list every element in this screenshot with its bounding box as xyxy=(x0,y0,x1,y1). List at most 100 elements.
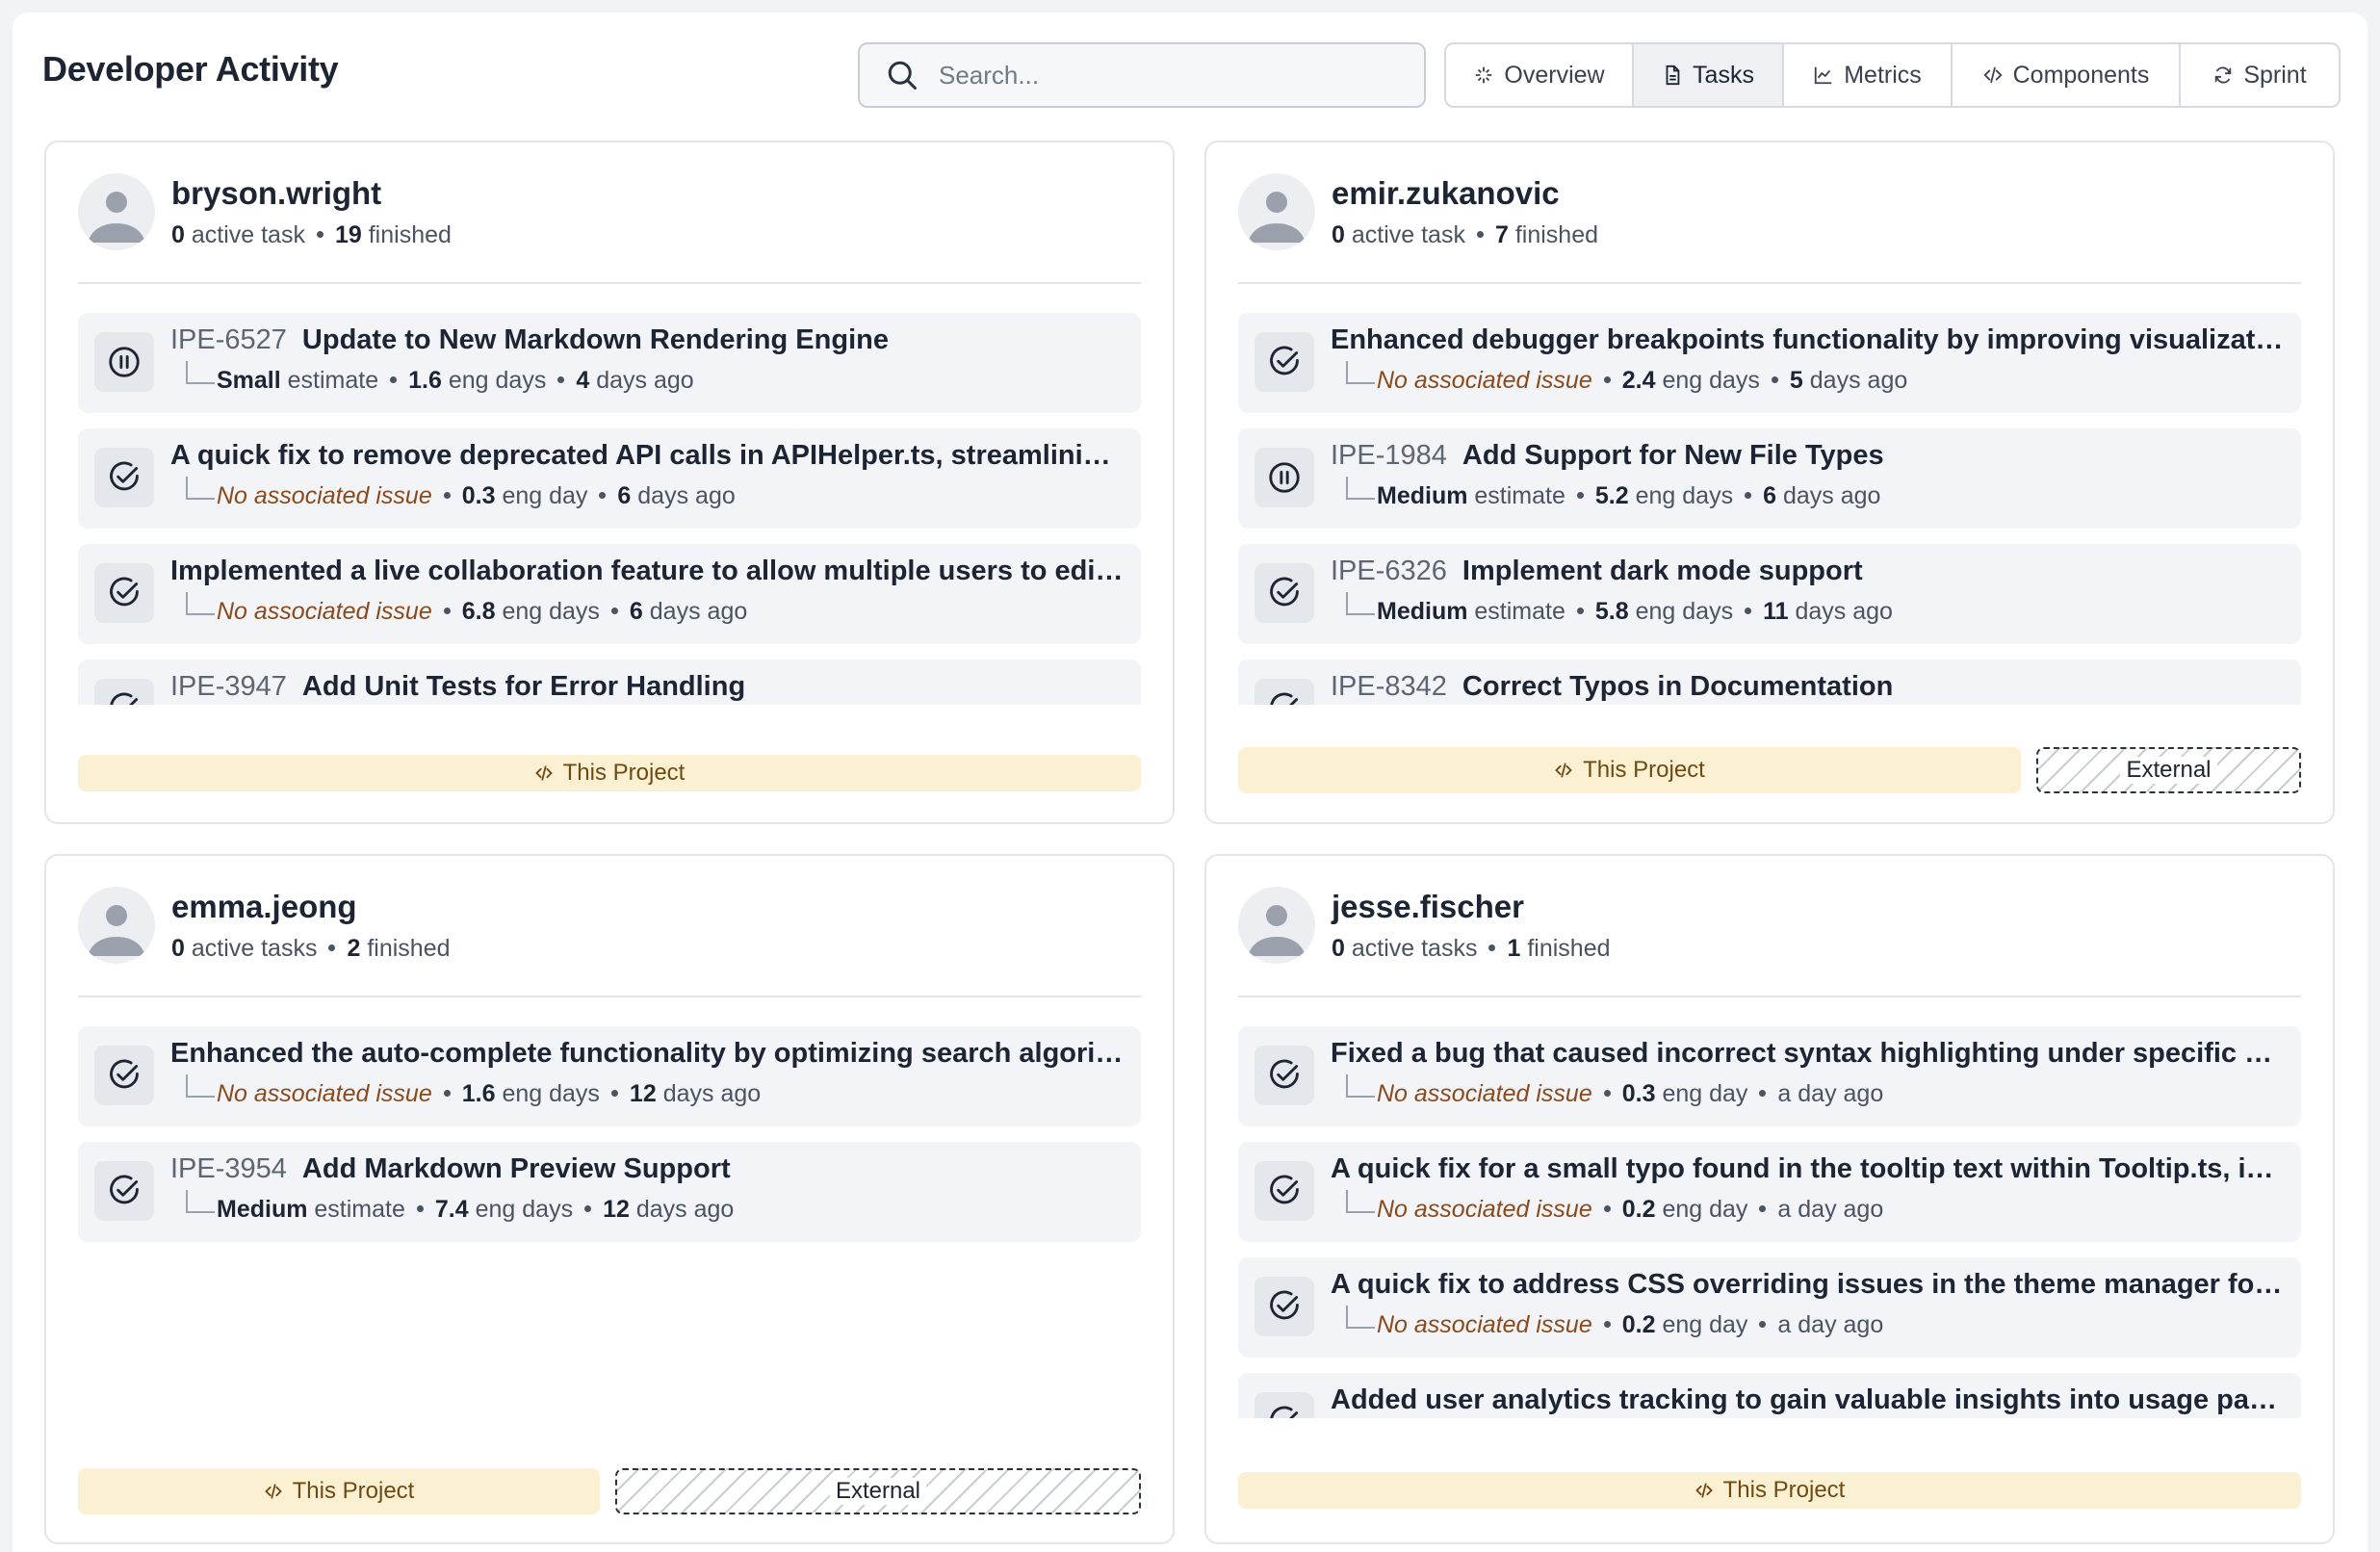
task-status xyxy=(94,1046,154,1105)
separator-dot xyxy=(599,491,607,499)
tab-components-label: Components xyxy=(2012,61,2150,89)
developer-name[interactable]: bryson.wright xyxy=(171,175,381,212)
task-title[interactable]: Implemented a live collaboration feature… xyxy=(170,556,1125,587)
task-title[interactable]: IPE-6527 Update to New Markdown Rendering… xyxy=(170,324,1125,356)
no-issue-label: No associated issue xyxy=(217,1080,432,1107)
search-icon xyxy=(888,61,917,90)
task-id[interactable]: IPE-1984 xyxy=(1331,440,1447,471)
this-project-pill[interactable]: This Project xyxy=(78,755,1141,791)
task-title[interactable]: A quick fix to address CSS overriding is… xyxy=(1331,1269,2286,1301)
task-list[interactable]: Enhanced the auto-complete functionality… xyxy=(78,1026,1141,1418)
tab-sprint[interactable]: Sprint xyxy=(2181,44,2339,106)
task-list[interactable]: Fixed a bug that caused incorrect syntax… xyxy=(1238,1026,2301,1418)
task-status xyxy=(1255,1046,1314,1105)
eng-days-value: 6.8 xyxy=(461,598,496,625)
tab-overview[interactable]: Overview xyxy=(1446,44,1634,106)
developer-header: bryson.wright 0 active task 19 finished xyxy=(78,173,1141,250)
task-item[interactable]: IPE-6527 Update to New Markdown Rendering… xyxy=(78,313,1141,413)
task-item[interactable]: IPE-8342 Correct Typos in Documentation xyxy=(1238,660,2301,705)
task-title[interactable]: IPE-3947 Add Unit Tests for Error Handlin… xyxy=(170,671,1125,703)
task-title[interactable]: Enhanced the auto-complete functionality… xyxy=(170,1038,1125,1070)
task-status xyxy=(1255,332,1314,392)
active-count: 0 xyxy=(171,935,185,962)
task-item[interactable]: A quick fix for a small typo found in th… xyxy=(1238,1142,2301,1242)
eng-days-label: eng days xyxy=(1635,482,1734,509)
separator-dot xyxy=(610,1089,618,1097)
divider xyxy=(78,996,1141,997)
developer-card: emir.zukanovic 0 active task 7 finished Enh… xyxy=(1204,141,2335,824)
task-item[interactable]: Fixed a bug that caused incorrect syntax… xyxy=(1238,1026,2301,1126)
developer-name[interactable]: jesse.fischer xyxy=(1332,889,1524,925)
tab-tasks[interactable]: Tasks xyxy=(1634,44,1784,106)
check-circle-icon xyxy=(1270,1406,1299,1418)
estimate-label: estimate xyxy=(314,1196,405,1223)
task-list[interactable]: IPE-6527 Update to New Markdown Rendering… xyxy=(78,313,1141,705)
no-issue-label: No associated issue xyxy=(1377,367,1592,394)
task-id[interactable]: IPE-6527 xyxy=(170,324,287,355)
avatar xyxy=(1238,887,1315,964)
task-id[interactable]: IPE-8342 xyxy=(1331,671,1447,702)
project-split-bar: This Project xyxy=(78,755,1141,791)
this-project-pill[interactable]: This Project xyxy=(1238,747,2021,793)
pause-circle-icon xyxy=(109,347,140,377)
search-box[interactable] xyxy=(858,42,1426,108)
task-id[interactable]: IPE-3954 xyxy=(170,1153,287,1184)
code-icon xyxy=(1555,763,1572,778)
external-pill[interactable]: External xyxy=(2036,747,2301,793)
estimate-label: estimate xyxy=(1474,482,1565,509)
eng-days-value: 5.8 xyxy=(1594,598,1629,625)
finished-count: 1 xyxy=(1507,935,1521,962)
time-ago-value: 6 xyxy=(1763,482,1776,509)
task-title-text: Add Unit Tests for Error Handling xyxy=(301,671,746,702)
task-title[interactable]: Fixed a bug that caused incorrect syntax… xyxy=(1331,1038,2286,1070)
task-title[interactable]: IPE-6326 Implement dark mode support xyxy=(1331,556,2286,587)
task-title[interactable]: IPE-1984 Add Support for New File Types xyxy=(1331,440,2286,472)
task-id[interactable]: IPE-6326 xyxy=(1331,556,1447,586)
task-title[interactable]: A quick fix for a small typo found in th… xyxy=(1331,1153,2286,1185)
eng-days-value: 7.4 xyxy=(434,1196,469,1223)
developer-card: emma.jeong 0 active tasks 2 finished Enhanc… xyxy=(44,854,1175,1544)
eng-days-value: 2.4 xyxy=(1621,367,1656,394)
task-meta: Medium estimate 7.4 eng days 12 days ago xyxy=(170,1190,734,1224)
task-item[interactable]: IPE-6326 Implement dark mode support Mediu… xyxy=(1238,544,2301,644)
time-ago-label: days ago xyxy=(649,598,748,625)
task-item[interactable]: Enhanced debugger breakpoints functional… xyxy=(1238,313,2301,413)
task-title[interactable]: Added user analytics tracking to gain va… xyxy=(1331,1384,2286,1416)
task-item[interactable]: A quick fix to address CSS overriding is… xyxy=(1238,1257,2301,1358)
task-id[interactable]: IPE-3947 xyxy=(170,671,287,702)
developer-name[interactable]: emma.jeong xyxy=(171,889,357,925)
task-item[interactable]: Implemented a live collaboration feature… xyxy=(78,544,1141,644)
separator-dot xyxy=(584,1204,592,1212)
this-project-pill[interactable]: This Project xyxy=(78,1468,600,1514)
task-item[interactable]: Enhanced the auto-complete functionality… xyxy=(78,1026,1141,1126)
avatar xyxy=(78,173,155,250)
divider xyxy=(78,282,1141,284)
task-title[interactable]: Enhanced debugger breakpoints functional… xyxy=(1331,324,2286,356)
finished-count: 19 xyxy=(334,221,362,248)
code-icon xyxy=(1694,1483,1713,1498)
code-icon xyxy=(534,765,553,781)
tree-elbow xyxy=(1346,1190,1375,1213)
task-title[interactable]: IPE-8342 Correct Typos in Documentation xyxy=(1331,671,2286,703)
this-project-pill[interactable]: This Project xyxy=(1238,1472,2301,1509)
search-input[interactable] xyxy=(939,60,1401,91)
task-item[interactable]: IPE-3954 Add Markdown Preview Support Medi… xyxy=(78,1142,1141,1242)
task-title[interactable]: A quick fix to remove deprecated API cal… xyxy=(170,440,1125,472)
eng-days-value: 0.2 xyxy=(1621,1311,1656,1338)
developer-stats: 0 active tasks 1 finished xyxy=(1332,935,1611,963)
task-item[interactable]: A quick fix to remove deprecated API cal… xyxy=(78,428,1141,529)
task-title[interactable]: IPE-3954 Add Markdown Preview Support xyxy=(170,1153,1125,1185)
developer-stats: 0 active tasks 2 finished xyxy=(171,935,451,963)
check-circle-icon xyxy=(110,1059,139,1089)
task-item[interactable]: IPE-1984 Add Support for New File Types Me… xyxy=(1238,428,2301,529)
tab-metrics[interactable]: Metrics xyxy=(1784,44,1953,106)
tab-components[interactable]: Components xyxy=(1953,44,2181,106)
time-ago-value: 12 xyxy=(603,1196,630,1223)
task-item[interactable]: IPE-3947 Add Unit Tests for Error Handlin… xyxy=(78,660,1141,705)
task-item[interactable]: Added user analytics tracking to gain va… xyxy=(1238,1373,2301,1418)
developer-name[interactable]: emir.zukanovic xyxy=(1332,175,1560,212)
external-pill[interactable]: External xyxy=(615,1468,1141,1514)
check-circle-icon xyxy=(1270,1175,1299,1204)
task-list[interactable]: Enhanced debugger breakpoints functional… xyxy=(1238,313,2301,705)
separator-dot xyxy=(1603,1089,1611,1097)
